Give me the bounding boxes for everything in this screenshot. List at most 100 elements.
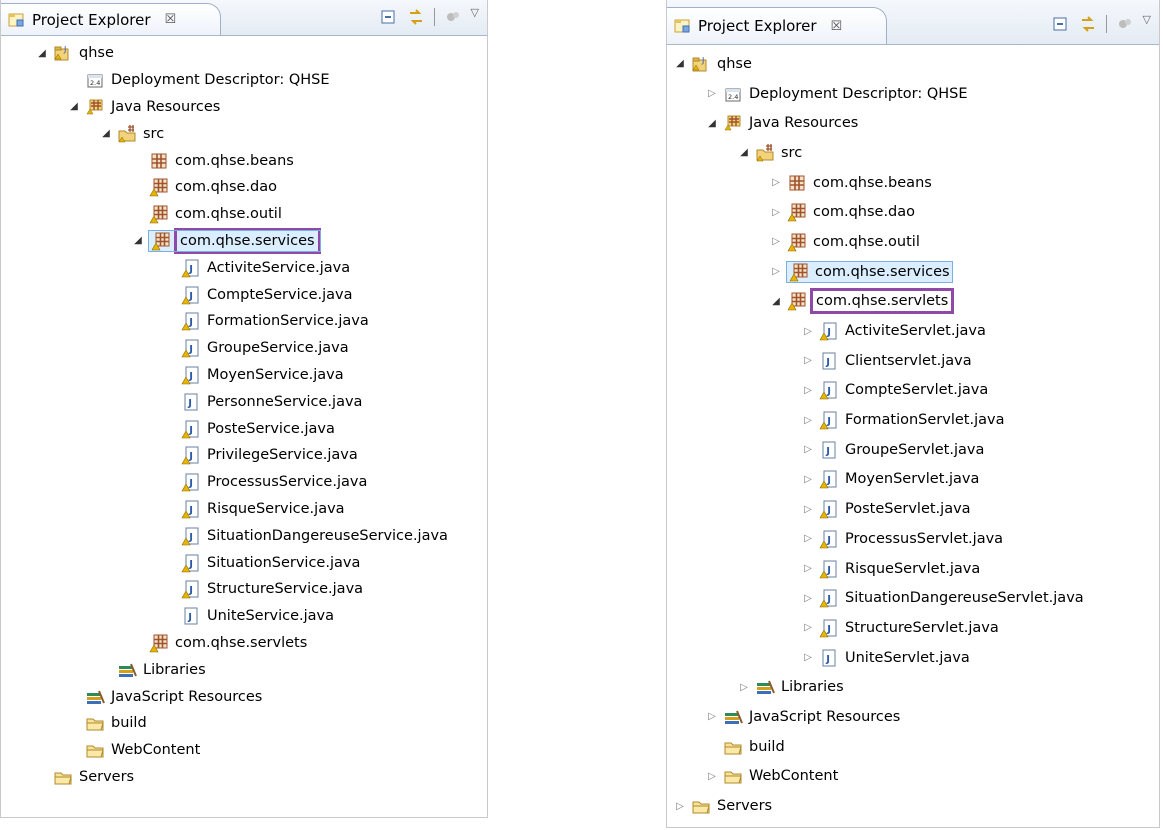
- collapsed-arrow-icon[interactable]: ▷: [769, 207, 783, 218]
- tree-item[interactable]: J SituationDangereuseService.java: [1, 522, 487, 549]
- tree-item[interactable]: ▷ WebContent: [667, 762, 1159, 792]
- tree-item[interactable]: ◢ Java Resources: [667, 108, 1159, 138]
- tree-item[interactable]: ▷ Libraries: [667, 672, 1159, 702]
- tree-item[interactable]: ▷ 2.4 Deployment Descriptor: QHSE: [667, 79, 1159, 109]
- selected-item[interactable]: com.qhse.services: [148, 227, 321, 254]
- collapsed-arrow-icon[interactable]: ▷: [769, 266, 783, 277]
- java-file-warning-icon: J: [819, 529, 839, 549]
- tree-item[interactable]: com.qhse.dao: [1, 174, 487, 201]
- expanded-arrow-icon[interactable]: ◢: [705, 118, 719, 129]
- link-with-editor-icon[interactable]: [406, 7, 426, 27]
- tree-item[interactable]: ◢ Jqhse: [667, 49, 1159, 79]
- collapsed-arrow-icon[interactable]: ▷: [801, 652, 815, 663]
- collapse-all-icon[interactable]: [1050, 14, 1070, 34]
- collapsed-arrow-icon[interactable]: ▷: [705, 771, 719, 782]
- tree-item[interactable]: J ProcessusService.java: [1, 469, 487, 496]
- tree-item[interactable]: com.qhse.outil: [1, 201, 487, 228]
- java-file-warning-icon: J: [819, 559, 839, 579]
- tree-item[interactable]: J UniteService.java: [1, 603, 487, 630]
- project-explorer-tab[interactable]: Project Explorer ☒: [1, 3, 221, 35]
- tree-item[interactable]: J RisqueService.java: [1, 496, 487, 523]
- collapsed-arrow-icon[interactable]: ▷: [737, 682, 751, 693]
- tree-item[interactable]: ▷ J RisqueServlet.java: [667, 554, 1159, 584]
- tree-item[interactable]: ◢ src: [1, 120, 487, 147]
- collapse-all-icon[interactable]: [378, 7, 398, 27]
- tree-item[interactable]: com.qhse.beans: [1, 147, 487, 174]
- tree-item[interactable]: build: [1, 710, 487, 737]
- tree-item[interactable]: ▷ Servers: [667, 791, 1159, 821]
- tree-item[interactable]: ▷ J SituationDangereuseServlet.java: [667, 583, 1159, 613]
- tree-item[interactable]: Servers: [1, 764, 487, 791]
- expanded-arrow-icon[interactable]: ◢: [131, 235, 145, 246]
- expanded-arrow-icon[interactable]: ◢: [737, 147, 751, 158]
- tree-item[interactable]: J ActiviteService.java: [1, 254, 487, 281]
- tree-item[interactable]: ▷ J Clientservlet.java: [667, 346, 1159, 376]
- link-with-editor-icon[interactable]: [1078, 14, 1098, 34]
- view-menu-icon[interactable]: ▽: [1143, 13, 1151, 26]
- collapsed-arrow-icon[interactable]: ▷: [801, 593, 815, 604]
- tree-item[interactable]: J StructureService.java: [1, 576, 487, 603]
- tree-item[interactable]: ▷ J CompteServlet.java: [667, 376, 1159, 406]
- tree-item[interactable]: ▷ JavaScript Resources: [667, 702, 1159, 732]
- collapsed-arrow-icon[interactable]: ▷: [801, 563, 815, 574]
- collapsed-arrow-icon[interactable]: ▷: [801, 474, 815, 485]
- tree-item[interactable]: ◢ Java Resources: [1, 94, 487, 121]
- expanded-arrow-icon[interactable]: ◢: [35, 48, 49, 59]
- tree-item[interactable]: ▷ J PosteServlet.java: [667, 494, 1159, 524]
- collapsed-arrow-icon[interactable]: ▷: [801, 444, 815, 455]
- tree-item[interactable]: J FormationService.java: [1, 308, 487, 335]
- filter-icon[interactable]: [1115, 14, 1135, 34]
- collapsed-arrow-icon[interactable]: ▷: [705, 88, 719, 99]
- tree-item[interactable]: ▷ com.qhse.beans: [667, 168, 1159, 198]
- tree-item[interactable]: ▷ com.qhse.dao: [667, 197, 1159, 227]
- tree-item[interactable]: J GroupeService.java: [1, 335, 487, 362]
- collapsed-arrow-icon[interactable]: ▷: [801, 355, 815, 366]
- collapsed-arrow-icon[interactable]: ▷: [769, 177, 783, 188]
- collapsed-arrow-icon[interactable]: ▷: [801, 622, 815, 633]
- tree-item[interactable]: J SituationService.java: [1, 549, 487, 576]
- tree-item[interactable]: build: [667, 732, 1159, 762]
- tree-item[interactable]: ▷ J ProcessusServlet.java: [667, 524, 1159, 554]
- tree-item[interactable]: JavaScript Resources: [1, 683, 487, 710]
- tree-item[interactable]: J PrivilegeService.java: [1, 442, 487, 469]
- tree-item[interactable]: ▷ J UniteServlet.java: [667, 643, 1159, 673]
- tree-item[interactable]: J PosteService.java: [1, 415, 487, 442]
- tab-title: Project Explorer: [698, 17, 817, 35]
- collapsed-arrow-icon[interactable]: ▷: [673, 801, 687, 812]
- collapsed-arrow-icon[interactable]: ▷: [769, 236, 783, 247]
- filter-icon[interactable]: [443, 7, 463, 27]
- tree-item[interactable]: ◢ com.qhse.services: [1, 227, 487, 255]
- view-menu-icon[interactable]: ▽: [471, 6, 479, 19]
- tree-item[interactable]: WebContent: [1, 737, 487, 764]
- tree-item[interactable]: ▷ J FormationServlet.java: [667, 405, 1159, 435]
- project-explorer-tab[interactable]: Project Explorer ☒: [667, 7, 887, 44]
- tree-item[interactable]: ◢ Jqhse: [1, 40, 487, 67]
- tree-item[interactable]: J MoyenService.java: [1, 362, 487, 389]
- close-icon[interactable]: ☒: [831, 19, 843, 34]
- expanded-arrow-icon[interactable]: ◢: [67, 101, 81, 112]
- tree-item[interactable]: ▷ J StructureServlet.java: [667, 613, 1159, 643]
- collapsed-arrow-icon[interactable]: ▷: [801, 415, 815, 426]
- tree-item[interactable]: J PersonneService.java: [1, 388, 487, 415]
- expanded-arrow-icon[interactable]: ◢: [99, 128, 113, 139]
- selected-item[interactable]: com.qhse.services: [786, 260, 953, 283]
- tree-item[interactable]: 2.4 Deployment Descriptor: QHSE: [1, 67, 487, 94]
- tree-item[interactable]: ◢ src: [667, 138, 1159, 168]
- tree-item[interactable]: ▷ com.qhse.outil: [667, 227, 1159, 257]
- expanded-arrow-icon[interactable]: ◢: [673, 58, 687, 69]
- collapsed-arrow-icon[interactable]: ▷: [801, 326, 815, 337]
- tree-item[interactable]: ▷ com.qhse.services: [667, 257, 1159, 287]
- tree-item[interactable]: com.qhse.servlets: [1, 630, 487, 657]
- tree-item[interactable]: ▷ J ActiviteServlet.java: [667, 316, 1159, 346]
- tree-item[interactable]: ◢ com.qhse.servlets: [667, 287, 1159, 317]
- tree-item[interactable]: ▷ J MoyenServlet.java: [667, 465, 1159, 495]
- collapsed-arrow-icon[interactable]: ▷: [801, 504, 815, 515]
- tree-item[interactable]: Libraries: [1, 656, 487, 683]
- close-icon[interactable]: ☒: [165, 12, 177, 27]
- collapsed-arrow-icon[interactable]: ▷: [705, 711, 719, 722]
- tree-item[interactable]: J CompteService.java: [1, 281, 487, 308]
- expanded-arrow-icon[interactable]: ◢: [769, 296, 783, 307]
- tree-item[interactable]: ▷ J GroupeServlet.java: [667, 435, 1159, 465]
- collapsed-arrow-icon[interactable]: ▷: [801, 533, 815, 544]
- collapsed-arrow-icon[interactable]: ▷: [801, 385, 815, 396]
